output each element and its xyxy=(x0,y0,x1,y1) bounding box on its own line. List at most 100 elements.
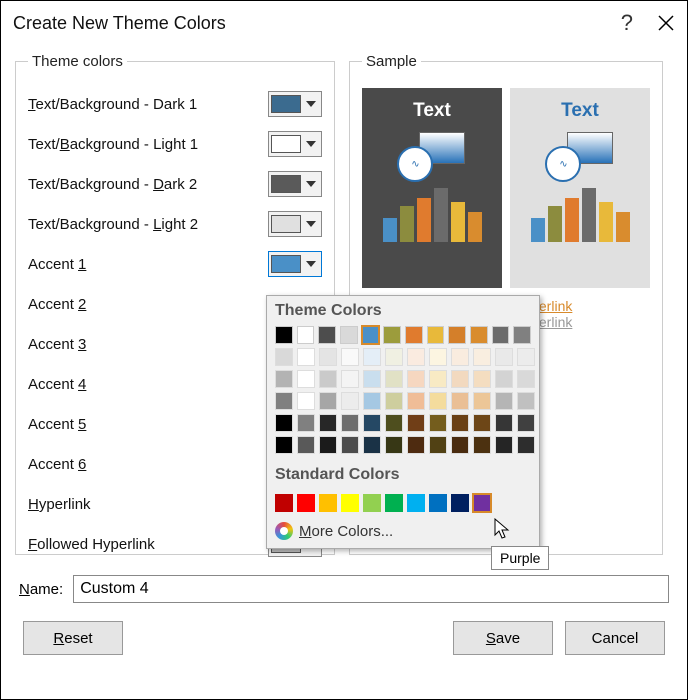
tint-swatch[interactable] xyxy=(517,348,535,366)
tint-swatch[interactable] xyxy=(473,392,491,410)
tint-swatch[interactable] xyxy=(429,348,447,366)
standard-color-swatch[interactable] xyxy=(319,494,337,512)
color-swatch-button[interactable] xyxy=(268,171,322,197)
tint-swatch[interactable] xyxy=(473,370,491,388)
standard-color-swatch[interactable] xyxy=(363,494,381,512)
tint-swatch[interactable] xyxy=(517,414,535,432)
tint-swatch[interactable] xyxy=(407,414,425,432)
theme-color-swatch[interactable] xyxy=(383,326,401,344)
tint-swatch[interactable] xyxy=(407,370,425,388)
tint-swatch[interactable] xyxy=(429,370,447,388)
tint-swatch[interactable] xyxy=(451,392,469,410)
help-icon[interactable]: ? xyxy=(621,10,633,36)
tint-swatch[interactable] xyxy=(297,348,315,366)
theme-color-swatch[interactable] xyxy=(405,326,423,344)
standard-color-swatch[interactable] xyxy=(451,494,469,512)
tint-swatch[interactable] xyxy=(319,348,337,366)
tint-swatch[interactable] xyxy=(473,436,491,454)
tint-swatch[interactable] xyxy=(363,414,381,432)
theme-color-swatch[interactable] xyxy=(492,326,510,344)
tint-swatch[interactable] xyxy=(407,348,425,366)
theme-color-swatch[interactable] xyxy=(297,326,315,344)
title-bar: Create New Theme Colors ? xyxy=(1,1,687,45)
color-slot-4: Accent 1 xyxy=(28,244,322,284)
color-slot-3: Text/Background - Light 2 xyxy=(28,204,322,244)
tint-swatch[interactable] xyxy=(385,392,403,410)
tint-swatch[interactable] xyxy=(495,392,513,410)
save-button[interactable]: Save xyxy=(453,621,553,655)
tint-swatch[interactable] xyxy=(275,392,293,410)
tint-swatch[interactable] xyxy=(341,348,359,366)
tint-swatch[interactable] xyxy=(517,370,535,388)
tint-swatch[interactable] xyxy=(495,348,513,366)
tint-swatch[interactable] xyxy=(297,436,315,454)
sample-dark-title: Text xyxy=(413,100,451,122)
tint-swatch[interactable] xyxy=(385,414,403,432)
theme-color-swatch[interactable] xyxy=(470,326,488,344)
tint-swatch[interactable] xyxy=(341,392,359,410)
standard-color-swatch[interactable] xyxy=(407,494,425,512)
tint-swatch[interactable] xyxy=(319,414,337,432)
tint-swatch[interactable] xyxy=(275,370,293,388)
standard-color-swatch[interactable] xyxy=(385,494,403,512)
tint-swatch[interactable] xyxy=(341,370,359,388)
tint-swatch[interactable] xyxy=(385,436,403,454)
tint-swatch[interactable] xyxy=(319,392,337,410)
tint-swatch[interactable] xyxy=(451,348,469,366)
theme-color-swatch[interactable] xyxy=(513,326,531,344)
theme-color-swatch[interactable] xyxy=(362,326,380,344)
theme-color-swatch[interactable] xyxy=(427,326,445,344)
tint-swatch[interactable] xyxy=(385,348,403,366)
tint-swatch[interactable] xyxy=(363,392,381,410)
color-swatch-button[interactable] xyxy=(268,91,322,117)
tint-swatch[interactable] xyxy=(297,370,315,388)
color-swatch-button[interactable] xyxy=(268,211,322,237)
close-icon[interactable] xyxy=(657,14,675,32)
tint-swatch[interactable] xyxy=(429,392,447,410)
tint-swatch[interactable] xyxy=(473,348,491,366)
theme-color-swatch[interactable] xyxy=(340,326,358,344)
tint-swatch[interactable] xyxy=(473,414,491,432)
tint-swatch[interactable] xyxy=(517,436,535,454)
tint-swatch[interactable] xyxy=(363,348,381,366)
tint-swatch[interactable] xyxy=(451,370,469,388)
tint-swatch[interactable] xyxy=(341,414,359,432)
tint-swatch[interactable] xyxy=(341,436,359,454)
tint-swatch[interactable] xyxy=(297,392,315,410)
tint-swatch[interactable] xyxy=(385,370,403,388)
tint-swatch[interactable] xyxy=(407,436,425,454)
tint-swatch[interactable] xyxy=(429,414,447,432)
color-slot-label: Hyperlink xyxy=(28,496,91,513)
tint-swatch[interactable] xyxy=(275,436,293,454)
tint-swatch[interactable] xyxy=(429,436,447,454)
sample-dark: Text ∿ xyxy=(362,88,502,288)
theme-color-swatch[interactable] xyxy=(448,326,466,344)
reset-button[interactable]: Reset xyxy=(23,621,123,655)
theme-color-swatch[interactable] xyxy=(318,326,336,344)
theme-color-swatch[interactable] xyxy=(275,326,293,344)
tint-swatch[interactable] xyxy=(451,414,469,432)
tint-swatch[interactable] xyxy=(495,370,513,388)
color-swatch-button[interactable] xyxy=(268,251,322,277)
tint-swatch[interactable] xyxy=(297,414,315,432)
color-swatch-button[interactable] xyxy=(268,131,322,157)
tint-swatch[interactable] xyxy=(363,370,381,388)
tint-swatch[interactable] xyxy=(363,436,381,454)
tint-swatch[interactable] xyxy=(319,436,337,454)
standard-color-swatch[interactable] xyxy=(341,494,359,512)
standard-color-swatch[interactable] xyxy=(429,494,447,512)
sample-light: Text ∿ xyxy=(510,88,650,288)
tint-swatch[interactable] xyxy=(495,414,513,432)
standard-color-swatch[interactable] xyxy=(297,494,315,512)
tint-swatch[interactable] xyxy=(451,436,469,454)
tint-swatch[interactable] xyxy=(275,348,293,366)
tint-swatch[interactable] xyxy=(407,392,425,410)
tint-swatch[interactable] xyxy=(495,436,513,454)
tint-swatch[interactable] xyxy=(319,370,337,388)
name-input[interactable] xyxy=(73,575,669,603)
standard-color-swatch[interactable] xyxy=(275,494,293,512)
tint-swatch[interactable] xyxy=(517,392,535,410)
standard-color-swatch[interactable] xyxy=(473,494,491,512)
cancel-button[interactable]: Cancel xyxy=(565,621,665,655)
tint-swatch[interactable] xyxy=(275,414,293,432)
